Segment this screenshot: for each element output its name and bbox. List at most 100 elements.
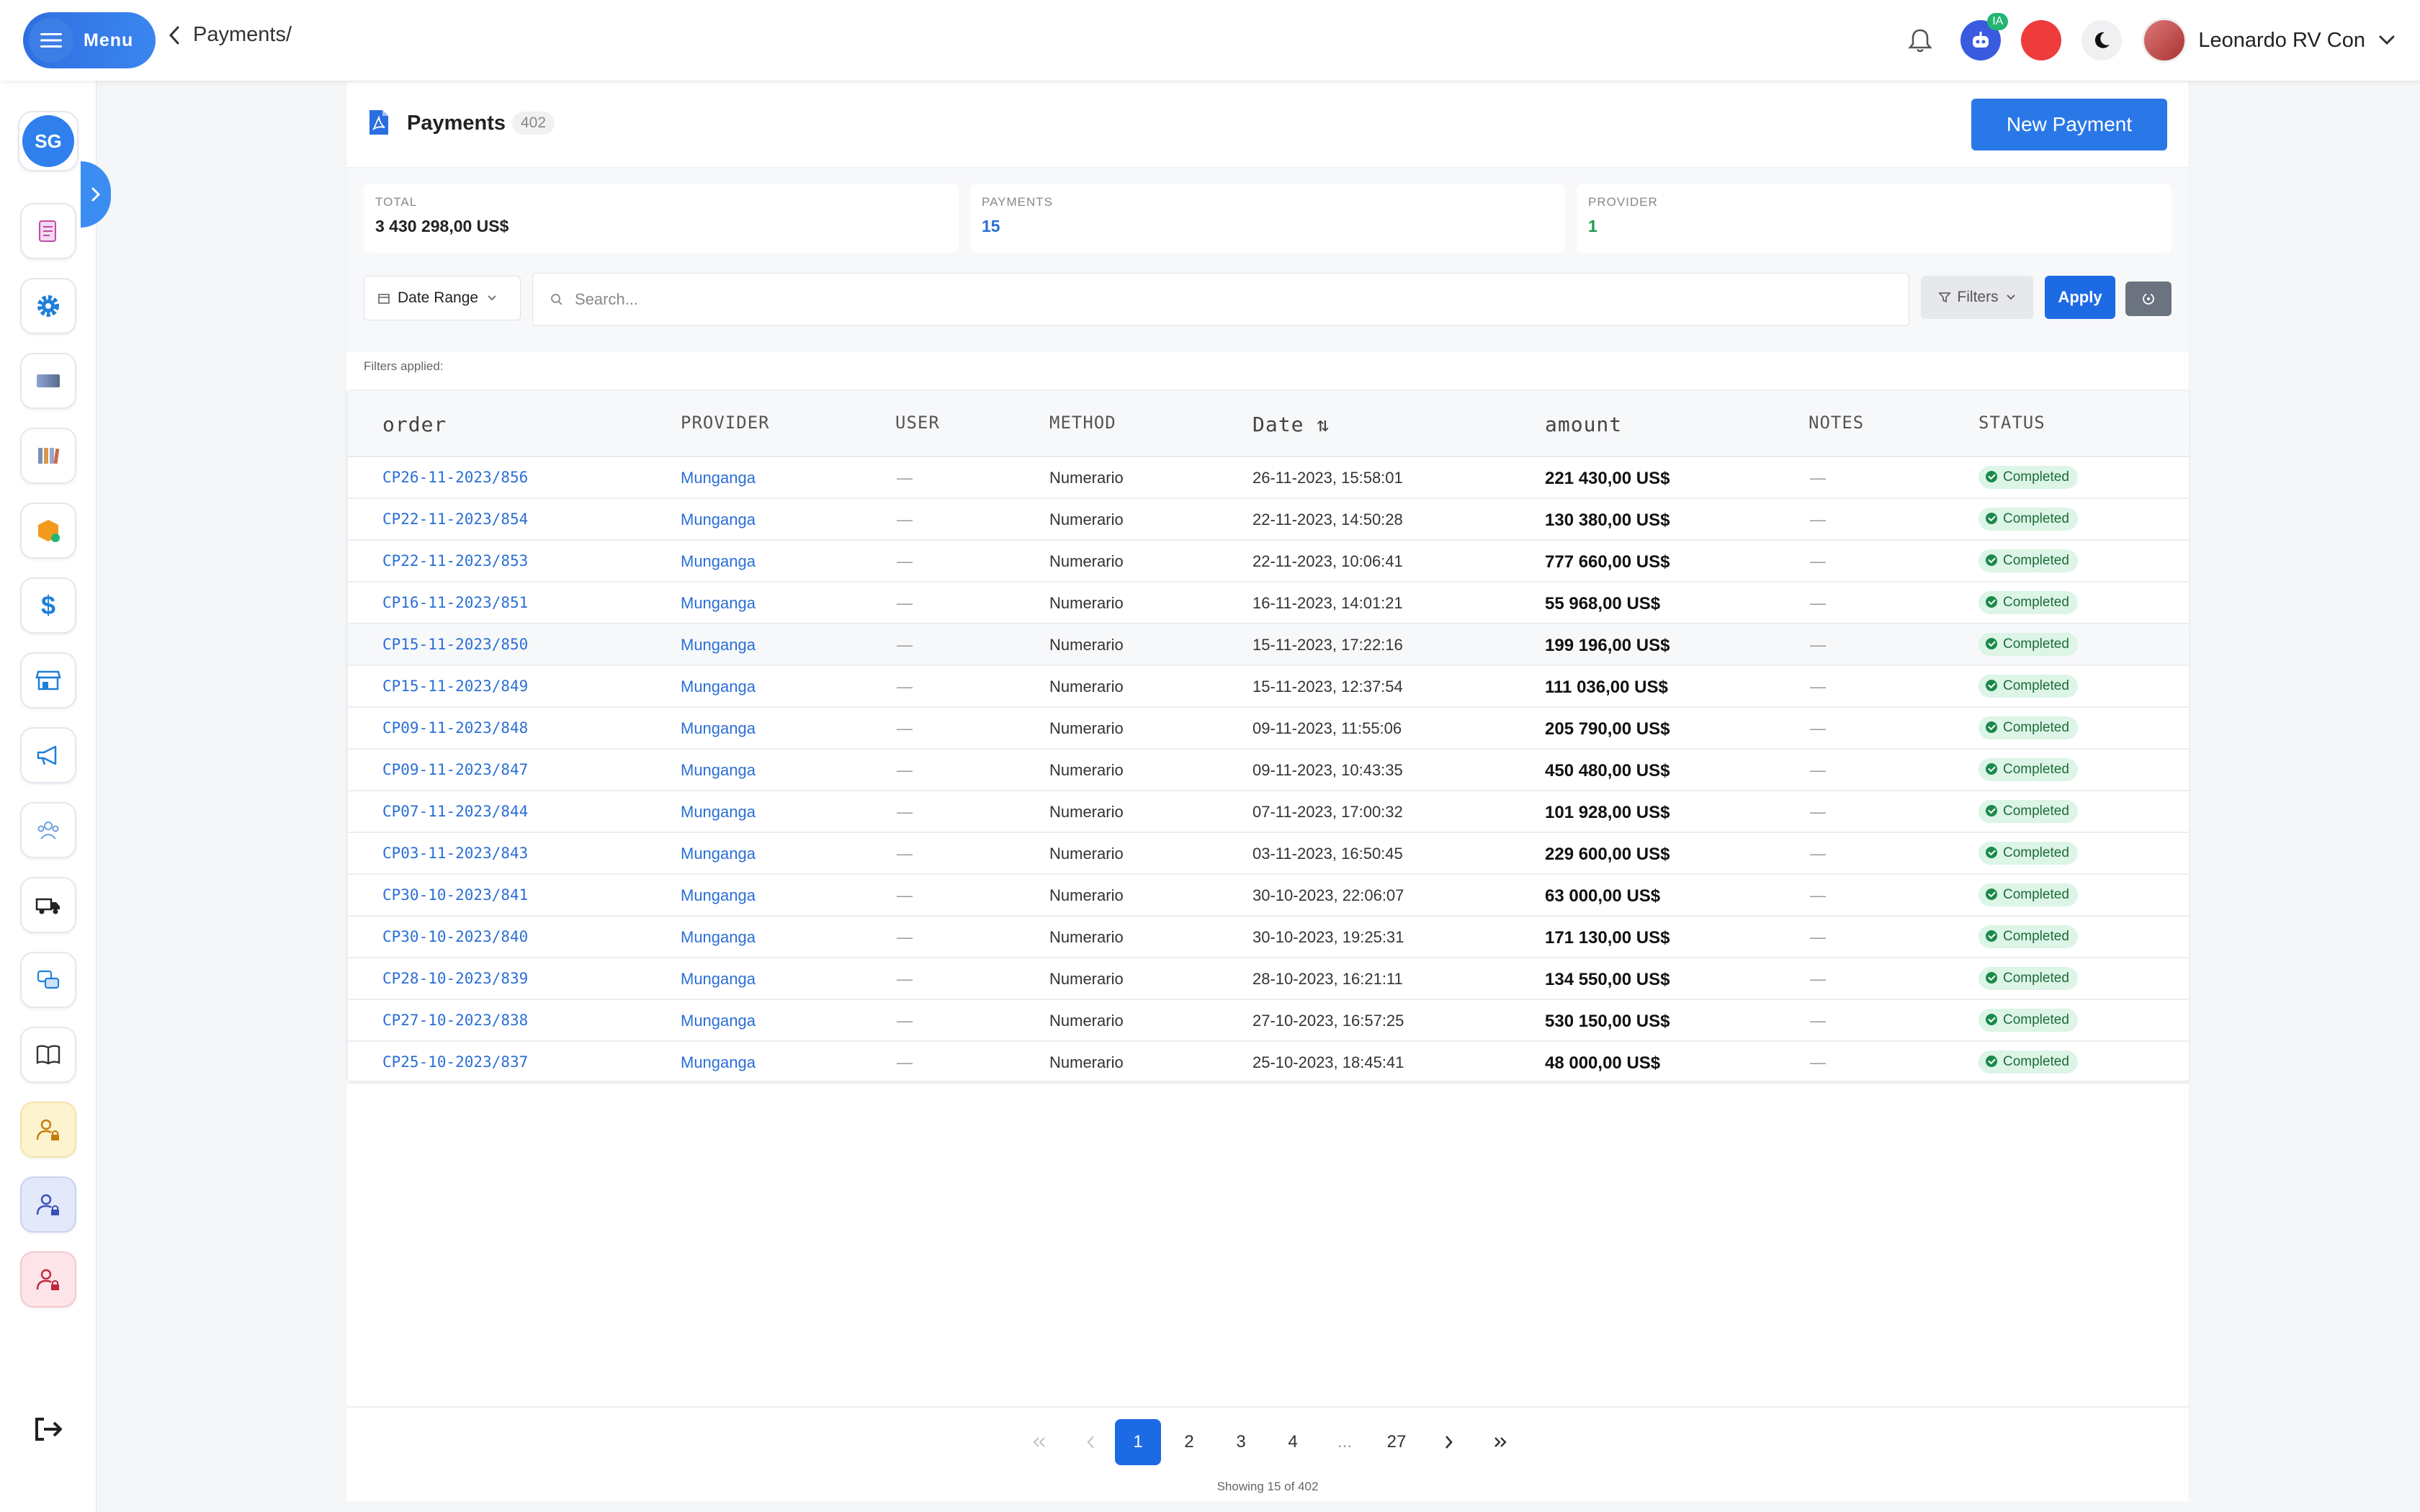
sidebar-toggle[interactable] bbox=[81, 161, 111, 228]
dark-mode-toggle[interactable] bbox=[2081, 20, 2123, 60]
page-button-2[interactable]: 2 bbox=[1166, 1419, 1212, 1465]
chevron-left-icon[interactable] bbox=[169, 25, 180, 45]
provider-link[interactable]: Munganga bbox=[681, 1012, 756, 1030]
sidebar-item-scroll[interactable] bbox=[20, 203, 76, 259]
table-row[interactable]: CP09-11-2023/847 Munganga — Numerario 09-11-… bbox=[348, 750, 2189, 791]
column-header-notes[interactable]: NOTES bbox=[1809, 413, 1864, 433]
page-button-27[interactable]: 27 bbox=[1373, 1419, 1420, 1465]
logout-button[interactable] bbox=[20, 1401, 76, 1457]
order-link[interactable]: CP22-11-2023/853 bbox=[382, 552, 528, 570]
order-link[interactable]: CP03-11-2023/843 bbox=[382, 845, 528, 862]
order-link[interactable]: CP16-11-2023/851 bbox=[382, 594, 528, 611]
table-row[interactable]: CP07-11-2023/844 Munganga — Numerario 07-11-… bbox=[348, 791, 2189, 833]
table-row[interactable]: CP27-10-2023/838 Munganga — Numerario 27-10-… bbox=[348, 1000, 2189, 1042]
reset-filters-button[interactable] bbox=[2125, 282, 2172, 316]
apply-button[interactable]: Apply bbox=[2045, 276, 2115, 319]
sidebar-item-team[interactable] bbox=[20, 802, 76, 858]
search-input[interactable]: Search... bbox=[532, 273, 1909, 326]
table-row[interactable]: CP30-10-2023/840 Munganga — Numerario 30-10-… bbox=[348, 917, 2189, 958]
table-row[interactable]: CP25-10-2023/837 Munganga — Numerario 25-10-… bbox=[348, 1042, 2189, 1084]
menu-button[interactable]: Menu bbox=[23, 12, 156, 68]
sidebar-item-payments[interactable]: $ bbox=[20, 577, 76, 634]
prev-page-button[interactable] bbox=[1068, 1419, 1114, 1465]
column-header-amount[interactable]: amount bbox=[1545, 413, 1622, 436]
sidebar-item-shipping[interactable] bbox=[20, 877, 76, 933]
table-row[interactable]: CP03-11-2023/843 Munganga — Numerario 03-11-… bbox=[348, 833, 2189, 875]
table-row[interactable]: CP22-11-2023/853 Munganga — Numerario 22-11-… bbox=[348, 541, 2189, 582]
order-link[interactable]: CP30-10-2023/840 bbox=[382, 928, 528, 945]
order-link[interactable]: CP09-11-2023/848 bbox=[382, 719, 528, 737]
new-payment-button[interactable]: New Payment bbox=[1971, 99, 2167, 150]
first-page-button[interactable] bbox=[1016, 1419, 1062, 1465]
sidebar-item-marketing[interactable] bbox=[20, 727, 76, 783]
last-page-button[interactable] bbox=[1477, 1419, 1523, 1465]
order-link[interactable]: CP15-11-2023/849 bbox=[382, 678, 528, 695]
order-link[interactable]: CP07-11-2023/844 bbox=[382, 803, 528, 820]
provider-link[interactable]: Munganga bbox=[681, 886, 756, 905]
notes-cell: — bbox=[1810, 803, 1826, 821]
page-button-3[interactable]: 3 bbox=[1218, 1419, 1264, 1465]
table-row[interactable]: CP26-11-2023/856 Munganga — Numerario 26-11-… bbox=[348, 457, 2189, 499]
order-link[interactable]: CP22-11-2023/854 bbox=[382, 510, 528, 528]
ai-bot-button[interactable]: IA bbox=[1960, 13, 2009, 60]
stat-total: TOTAL 3 430 298,00 US$ bbox=[364, 184, 959, 253]
sidebar-item-settings[interactable] bbox=[20, 278, 76, 334]
order-link[interactable]: CP26-11-2023/856 bbox=[382, 469, 528, 486]
bell-icon[interactable] bbox=[1900, 20, 1940, 60]
order-link[interactable]: CP27-10-2023/838 bbox=[382, 1012, 528, 1029]
column-header-provider[interactable]: PROVIDER bbox=[681, 413, 770, 433]
table-row[interactable]: CP16-11-2023/851 Munganga — Numerario 16-11-… bbox=[348, 582, 2189, 624]
table-row[interactable]: CP30-10-2023/841 Munganga — Numerario 30-10-… bbox=[348, 875, 2189, 917]
sidebar-item-cards[interactable] bbox=[20, 353, 76, 409]
workspace-switcher[interactable]: SG bbox=[18, 111, 79, 171]
order-link[interactable]: CP30-10-2023/841 bbox=[382, 886, 528, 904]
next-page-button[interactable] bbox=[1425, 1419, 1471, 1465]
provider-link[interactable]: Munganga bbox=[681, 928, 756, 947]
column-header-order[interactable]: order bbox=[382, 413, 447, 436]
order-link[interactable]: CP15-11-2023/850 bbox=[382, 636, 528, 653]
sidebar-item-docs[interactable] bbox=[20, 1027, 76, 1083]
order-link[interactable]: CP09-11-2023/847 bbox=[382, 761, 528, 778]
page-button-4[interactable]: 4 bbox=[1270, 1419, 1316, 1465]
provider-link[interactable]: Munganga bbox=[681, 469, 756, 487]
order-link[interactable]: CP28-10-2023/839 bbox=[382, 970, 528, 987]
page-button-1[interactable]: 1 bbox=[1115, 1419, 1161, 1465]
user-cell: — bbox=[897, 636, 913, 654]
provider-link[interactable]: Munganga bbox=[681, 970, 756, 989]
provider-link[interactable]: Munganga bbox=[681, 678, 756, 696]
sidebar-item-store[interactable] bbox=[20, 652, 76, 708]
provider-link[interactable]: Munganga bbox=[681, 761, 756, 780]
table-row[interactable]: CP15-11-2023/849 Munganga — Numerario 15-11-… bbox=[348, 666, 2189, 708]
sidebar-item-chat[interactable] bbox=[20, 952, 76, 1008]
provider-link[interactable]: Munganga bbox=[681, 803, 756, 822]
sidebar-item-role-user[interactable] bbox=[20, 1251, 76, 1308]
filters-button[interactable]: Filters bbox=[1921, 276, 2033, 319]
status-text: Completed bbox=[2003, 1012, 2069, 1027]
column-header-status[interactable]: STATUS bbox=[1978, 413, 2045, 433]
chevron-down-icon bbox=[2379, 35, 2395, 45]
column-header-method[interactable]: METHOD bbox=[1049, 413, 1116, 433]
record-button[interactable] bbox=[2021, 20, 2062, 60]
table-row[interactable]: CP22-11-2023/854 Munganga — Numerario 22-11-… bbox=[348, 499, 2189, 541]
sidebar-item-inventory[interactable] bbox=[20, 503, 76, 559]
provider-link[interactable]: Munganga bbox=[681, 636, 756, 654]
table-row[interactable]: CP28-10-2023/839 Munganga — Numerario 28-10-… bbox=[348, 958, 2189, 1000]
provider-link[interactable]: Munganga bbox=[681, 510, 756, 529]
provider-link[interactable]: Munganga bbox=[681, 594, 756, 613]
table-row[interactable]: CP15-11-2023/850 Munganga — Numerario 15-11-… bbox=[348, 624, 2189, 666]
breadcrumb[interactable]: Payments/ bbox=[169, 23, 292, 47]
user-menu[interactable]: Leonardo RV Con bbox=[2142, 18, 2396, 63]
order-link[interactable]: CP25-10-2023/837 bbox=[382, 1053, 528, 1071]
column-header-date[interactable]: Date ⇅ bbox=[1252, 413, 1330, 436]
user-cell: — bbox=[897, 845, 913, 863]
provider-link[interactable]: Munganga bbox=[681, 552, 756, 571]
sidebar-item-role-admin[interactable] bbox=[20, 1102, 76, 1158]
sidebar-item-library[interactable] bbox=[20, 428, 76, 484]
sidebar-item-role-manager[interactable] bbox=[20, 1176, 76, 1233]
provider-link[interactable]: Munganga bbox=[681, 719, 756, 738]
provider-link[interactable]: Munganga bbox=[681, 1053, 756, 1072]
column-header-user[interactable]: USER bbox=[895, 413, 940, 433]
date-range-picker[interactable]: Date Range bbox=[364, 276, 521, 320]
provider-link[interactable]: Munganga bbox=[681, 845, 756, 863]
table-row[interactable]: CP09-11-2023/848 Munganga — Numerario 09-11-… bbox=[348, 708, 2189, 750]
